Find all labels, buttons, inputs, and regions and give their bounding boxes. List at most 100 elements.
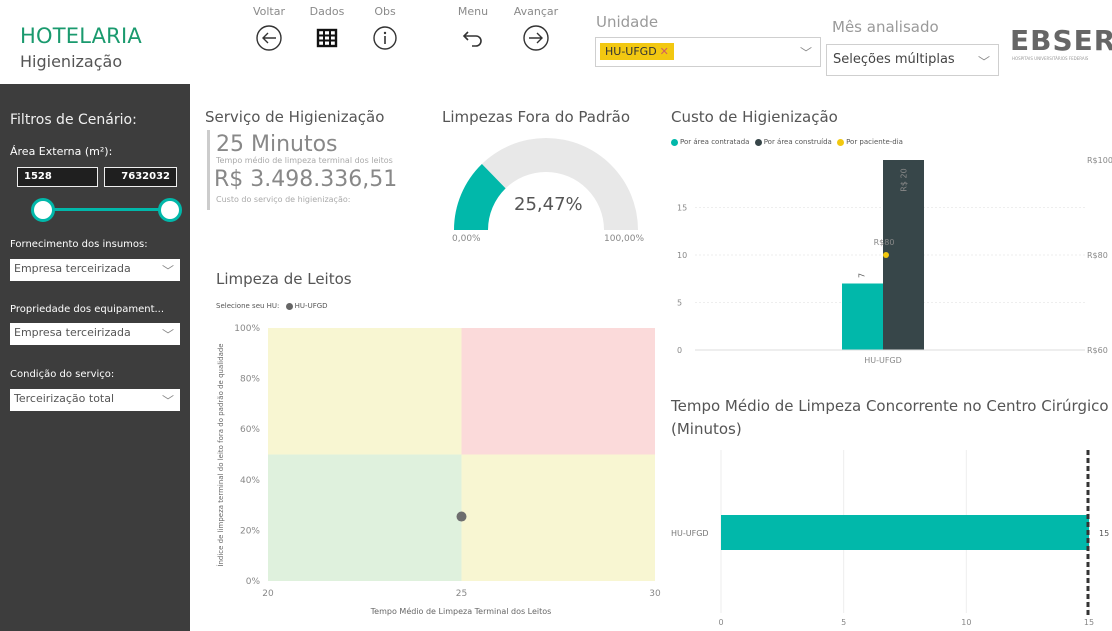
- leitos-legend-label: Selecione seu HU:: [216, 302, 280, 310]
- gauge-value: 25,47%: [514, 194, 583, 215]
- point-por-paciente-dia: [883, 252, 889, 258]
- forward-label: Avançar: [513, 5, 559, 18]
- x-tick-label: HU-UFGD: [864, 356, 902, 365]
- legend-label: Por área contratada: [680, 138, 750, 146]
- back-label: Voltar: [252, 5, 286, 18]
- concorrente-title-line2: (Minutos): [671, 420, 742, 438]
- y-tick-label: HU-UFGD: [671, 529, 709, 538]
- gauge-title: Limpezas Fora do Padrão: [442, 108, 631, 126]
- y-tick-label: 10: [677, 251, 687, 260]
- bar-hu-ufgd: [721, 515, 1089, 550]
- propriedade-value: Empresa terceirizada: [14, 326, 131, 339]
- legend-swatch: [285, 302, 293, 310]
- legend-label: Por paciente-dia: [846, 138, 903, 146]
- x-tick-label: 5: [841, 618, 846, 627]
- leitos-title: Limpeza de Leitos: [216, 270, 352, 288]
- condicao-value: Terceirização total: [14, 392, 115, 405]
- y-tick-label: 20%: [240, 526, 260, 536]
- forward-button[interactable]: Avançar: [510, 5, 562, 53]
- chevron-down-icon: ﹀: [161, 394, 174, 408]
- legend-item[interactable]: HU-UFGD: [285, 302, 328, 310]
- menu-button[interactable]: Menu: [447, 5, 499, 53]
- chevron-down-icon: ﹀: [161, 328, 174, 342]
- unidade-chip[interactable]: HU-UFGD ✕: [600, 43, 674, 60]
- concorrente-chart: 0 5 10 15 15 HU-UFGD: [671, 450, 1109, 627]
- y-tick-label: 60%: [240, 425, 260, 435]
- x-tick-label: 30: [649, 589, 661, 599]
- remove-chip-icon[interactable]: ✕: [660, 45, 669, 58]
- servico-minutes: 25 Minutos: [216, 132, 338, 157]
- filter-sidebar: Filtros de Cenário: Área Externa (m²): 1…: [0, 84, 190, 631]
- y-tick-label: 5: [677, 299, 682, 308]
- servico-accent-line: [207, 130, 210, 210]
- data-label: Dados: [309, 5, 345, 18]
- area-min-input[interactable]: 1528: [17, 167, 98, 187]
- mes-label: Mês analisado: [832, 18, 939, 36]
- y-tick-label: 80%: [240, 375, 260, 385]
- x-tick-label: 10: [961, 618, 971, 627]
- table-icon: [316, 28, 338, 48]
- legend-swatch: [754, 138, 762, 146]
- x-tick-label: 0: [718, 618, 723, 627]
- undo-arrow-icon: [462, 31, 482, 47]
- quadrant-bottom-right: [461, 454, 655, 581]
- servico-title: Serviço de Higienização: [205, 108, 385, 126]
- bar-por-area-contratada: [842, 283, 883, 350]
- info-icon: [373, 26, 397, 50]
- condicao-label: Condição do serviço:: [10, 369, 115, 380]
- forward-arrow-icon: [523, 25, 549, 51]
- fornecimento-value: Empresa terceirizada: [14, 262, 131, 275]
- condicao-dropdown[interactable]: Terceirização total ﹀: [10, 389, 180, 411]
- gauge-chart: [454, 138, 638, 230]
- unidade-chip-label: HU-UFGD: [605, 45, 657, 58]
- area-max-input[interactable]: 7632032: [104, 167, 177, 187]
- data-button[interactable]: Dados: [301, 5, 353, 53]
- propriedade-dropdown[interactable]: Empresa terceirizada ﹀: [10, 323, 180, 345]
- scatter-point-hu-ufgd: [456, 511, 467, 522]
- legend-item[interactable]: Por área construída: [754, 138, 832, 146]
- legend-item[interactable]: Por paciente-dia: [837, 138, 903, 146]
- fornecimento-dropdown[interactable]: Empresa terceirizada ﹀: [10, 259, 180, 281]
- range-slider-track: [41, 208, 168, 211]
- bar2-data-label: R$ 20: [900, 168, 909, 191]
- leitos-legend: Selecione seu HU: HU-UFGD: [216, 302, 328, 310]
- servico-cost-caption: Custo do serviço de higienização:: [216, 195, 351, 204]
- y-tick-label: 0: [677, 346, 682, 355]
- legend-swatch: [671, 138, 678, 146]
- unidade-label: Unidade: [596, 13, 659, 31]
- range-slider-max-handle[interactable]: [158, 198, 182, 222]
- custo-title: Custo de Higienização: [671, 108, 838, 126]
- concorrente-title: Tempo Médio de Limpeza Concorrente no Ce…: [671, 397, 1109, 415]
- legend-item[interactable]: Por área contratada: [671, 138, 749, 146]
- chevron-down-icon[interactable]: ﹀: [800, 44, 812, 61]
- back-arrow-icon: [256, 25, 282, 51]
- range-slider-min-handle[interactable]: [31, 198, 55, 222]
- back-button[interactable]: Voltar: [243, 5, 295, 53]
- y-tick-label: 40%: [240, 476, 260, 486]
- app-title: HOTELARIA: [20, 24, 142, 48]
- unidade-slicer[interactable]: HU-UFGD ✕ ﹀: [595, 37, 821, 67]
- obs-button[interactable]: Obs: [359, 5, 411, 53]
- bar-data-label: 15: [1099, 529, 1109, 538]
- app-subtitle: Higienização: [20, 52, 123, 71]
- gauge-min-label: 0,00%: [452, 234, 481, 244]
- y2-tick-label: R$60: [1087, 346, 1108, 355]
- x-tick-label: 20: [262, 589, 274, 599]
- mes-slicer[interactable]: Seleções múltiplas ﹀: [826, 44, 999, 76]
- propriedade-label: Propriedade dos equipament...: [10, 304, 165, 315]
- leitos-chart: 0% 20% 40% 60% 80% 100% 20 25 30 Tempo Médio de L…: [216, 324, 661, 616]
- area-label: Área Externa (m²):: [10, 145, 113, 158]
- servico-minutes-caption: Tempo médio de limpeza terminal dos leit…: [216, 156, 393, 165]
- custo-legend: Por área contratada Por área construída …: [671, 138, 903, 146]
- point-data-label: R$80: [874, 238, 895, 247]
- chevron-down-icon[interactable]: ﹀: [978, 53, 990, 70]
- x-axis-title: Tempo Médio de Limpeza Terminal dos Leit…: [370, 606, 552, 616]
- chevron-down-icon: ﹀: [161, 264, 174, 278]
- legend-label: HU-UFGD: [294, 302, 328, 310]
- sidebar-title: Filtros de Cenário:: [10, 112, 137, 128]
- y-axis-title: Índice de limpeza terminal do leito fora…: [216, 343, 225, 566]
- fornecimento-label: Fornecimento dos insumos:: [10, 239, 148, 250]
- custo-chart: 0 5 10 15 R$60 R$80 R$100 7 R$ 20 R$80 HU-UFGD: [677, 156, 1112, 365]
- x-tick-label: 25: [456, 589, 467, 599]
- y2-tick-label: R$80: [1087, 251, 1108, 260]
